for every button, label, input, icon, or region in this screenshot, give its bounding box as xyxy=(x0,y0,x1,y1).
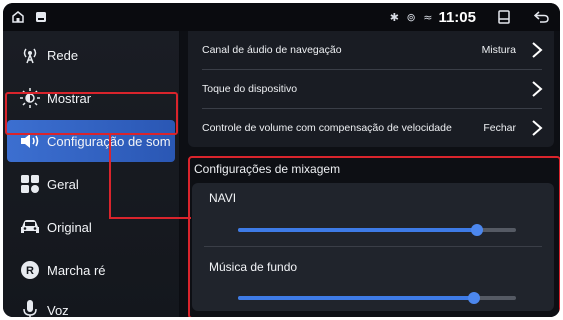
sidebar-item-label: Original xyxy=(47,219,92,235)
sidebar-item-rede[interactable]: Rede xyxy=(3,34,179,76)
sidebar-highlight-box xyxy=(5,92,178,135)
chevron-right-icon[interactable] xyxy=(530,41,544,59)
chevron-right-icon[interactable] xyxy=(530,80,544,98)
sidebar-item-label: Marcha ré xyxy=(47,262,106,278)
sidebar-item-marcha-re[interactable]: R Marcha ré xyxy=(3,249,179,291)
clock: 11:05 xyxy=(438,8,476,26)
svg-text:R: R xyxy=(26,265,34,277)
highlight-connector xyxy=(109,217,191,219)
head-unit-screen: ✱ ⊚ ≈ 11:05 Rede Mostrar Configuração de… xyxy=(3,3,560,317)
notification-icon xyxy=(36,12,46,22)
mixing-highlight-box xyxy=(188,156,560,317)
sidebar-item-label: Voz xyxy=(47,302,69,318)
setting-value: Mistura xyxy=(481,44,516,56)
sidebar-item-label: Geral xyxy=(47,176,79,192)
sidebar-item-label: Rede xyxy=(47,47,79,63)
home-icon[interactable] xyxy=(11,10,25,24)
reverse-icon: R xyxy=(19,259,41,281)
setting-label: Canal de áudio de navegação xyxy=(202,44,342,56)
status-bar: ✱ ⊚ ≈ 11:05 xyxy=(3,3,560,31)
sound-settings-list: Canal de áudio de navegação Mistura Toqu… xyxy=(188,31,554,147)
microphone-icon xyxy=(19,299,41,317)
car-icon xyxy=(19,216,41,238)
setting-row-device-ringtone[interactable]: Toque do dispositivo xyxy=(188,70,554,108)
antenna-icon xyxy=(19,44,41,66)
setting-row-nav-audio-channel[interactable]: Canal de áudio de navegação Mistura xyxy=(188,31,554,69)
grid-icon xyxy=(19,173,41,195)
sidebar-item-geral[interactable]: Geral xyxy=(3,163,179,205)
setting-label: Controle de volume com compensação de ve… xyxy=(202,122,452,134)
recent-apps-icon[interactable] xyxy=(498,10,510,24)
connectivity-icons: ✱ ⊚ ≈ xyxy=(389,10,435,24)
chevron-right-icon[interactable] xyxy=(530,119,544,137)
setting-label: Toque do dispositivo xyxy=(202,83,298,95)
back-icon[interactable] xyxy=(534,10,550,24)
sidebar-item-original[interactable]: Original xyxy=(3,206,179,248)
setting-value: Fechar xyxy=(483,122,516,134)
setting-row-speed-volume-compensation[interactable]: Controle de volume com compensação de ve… xyxy=(188,109,554,147)
highlight-connector xyxy=(109,135,111,219)
settings-sidebar: Rede Mostrar Configuração de som Geral O… xyxy=(3,31,179,317)
sidebar-item-voz[interactable]: Voz xyxy=(3,289,179,317)
